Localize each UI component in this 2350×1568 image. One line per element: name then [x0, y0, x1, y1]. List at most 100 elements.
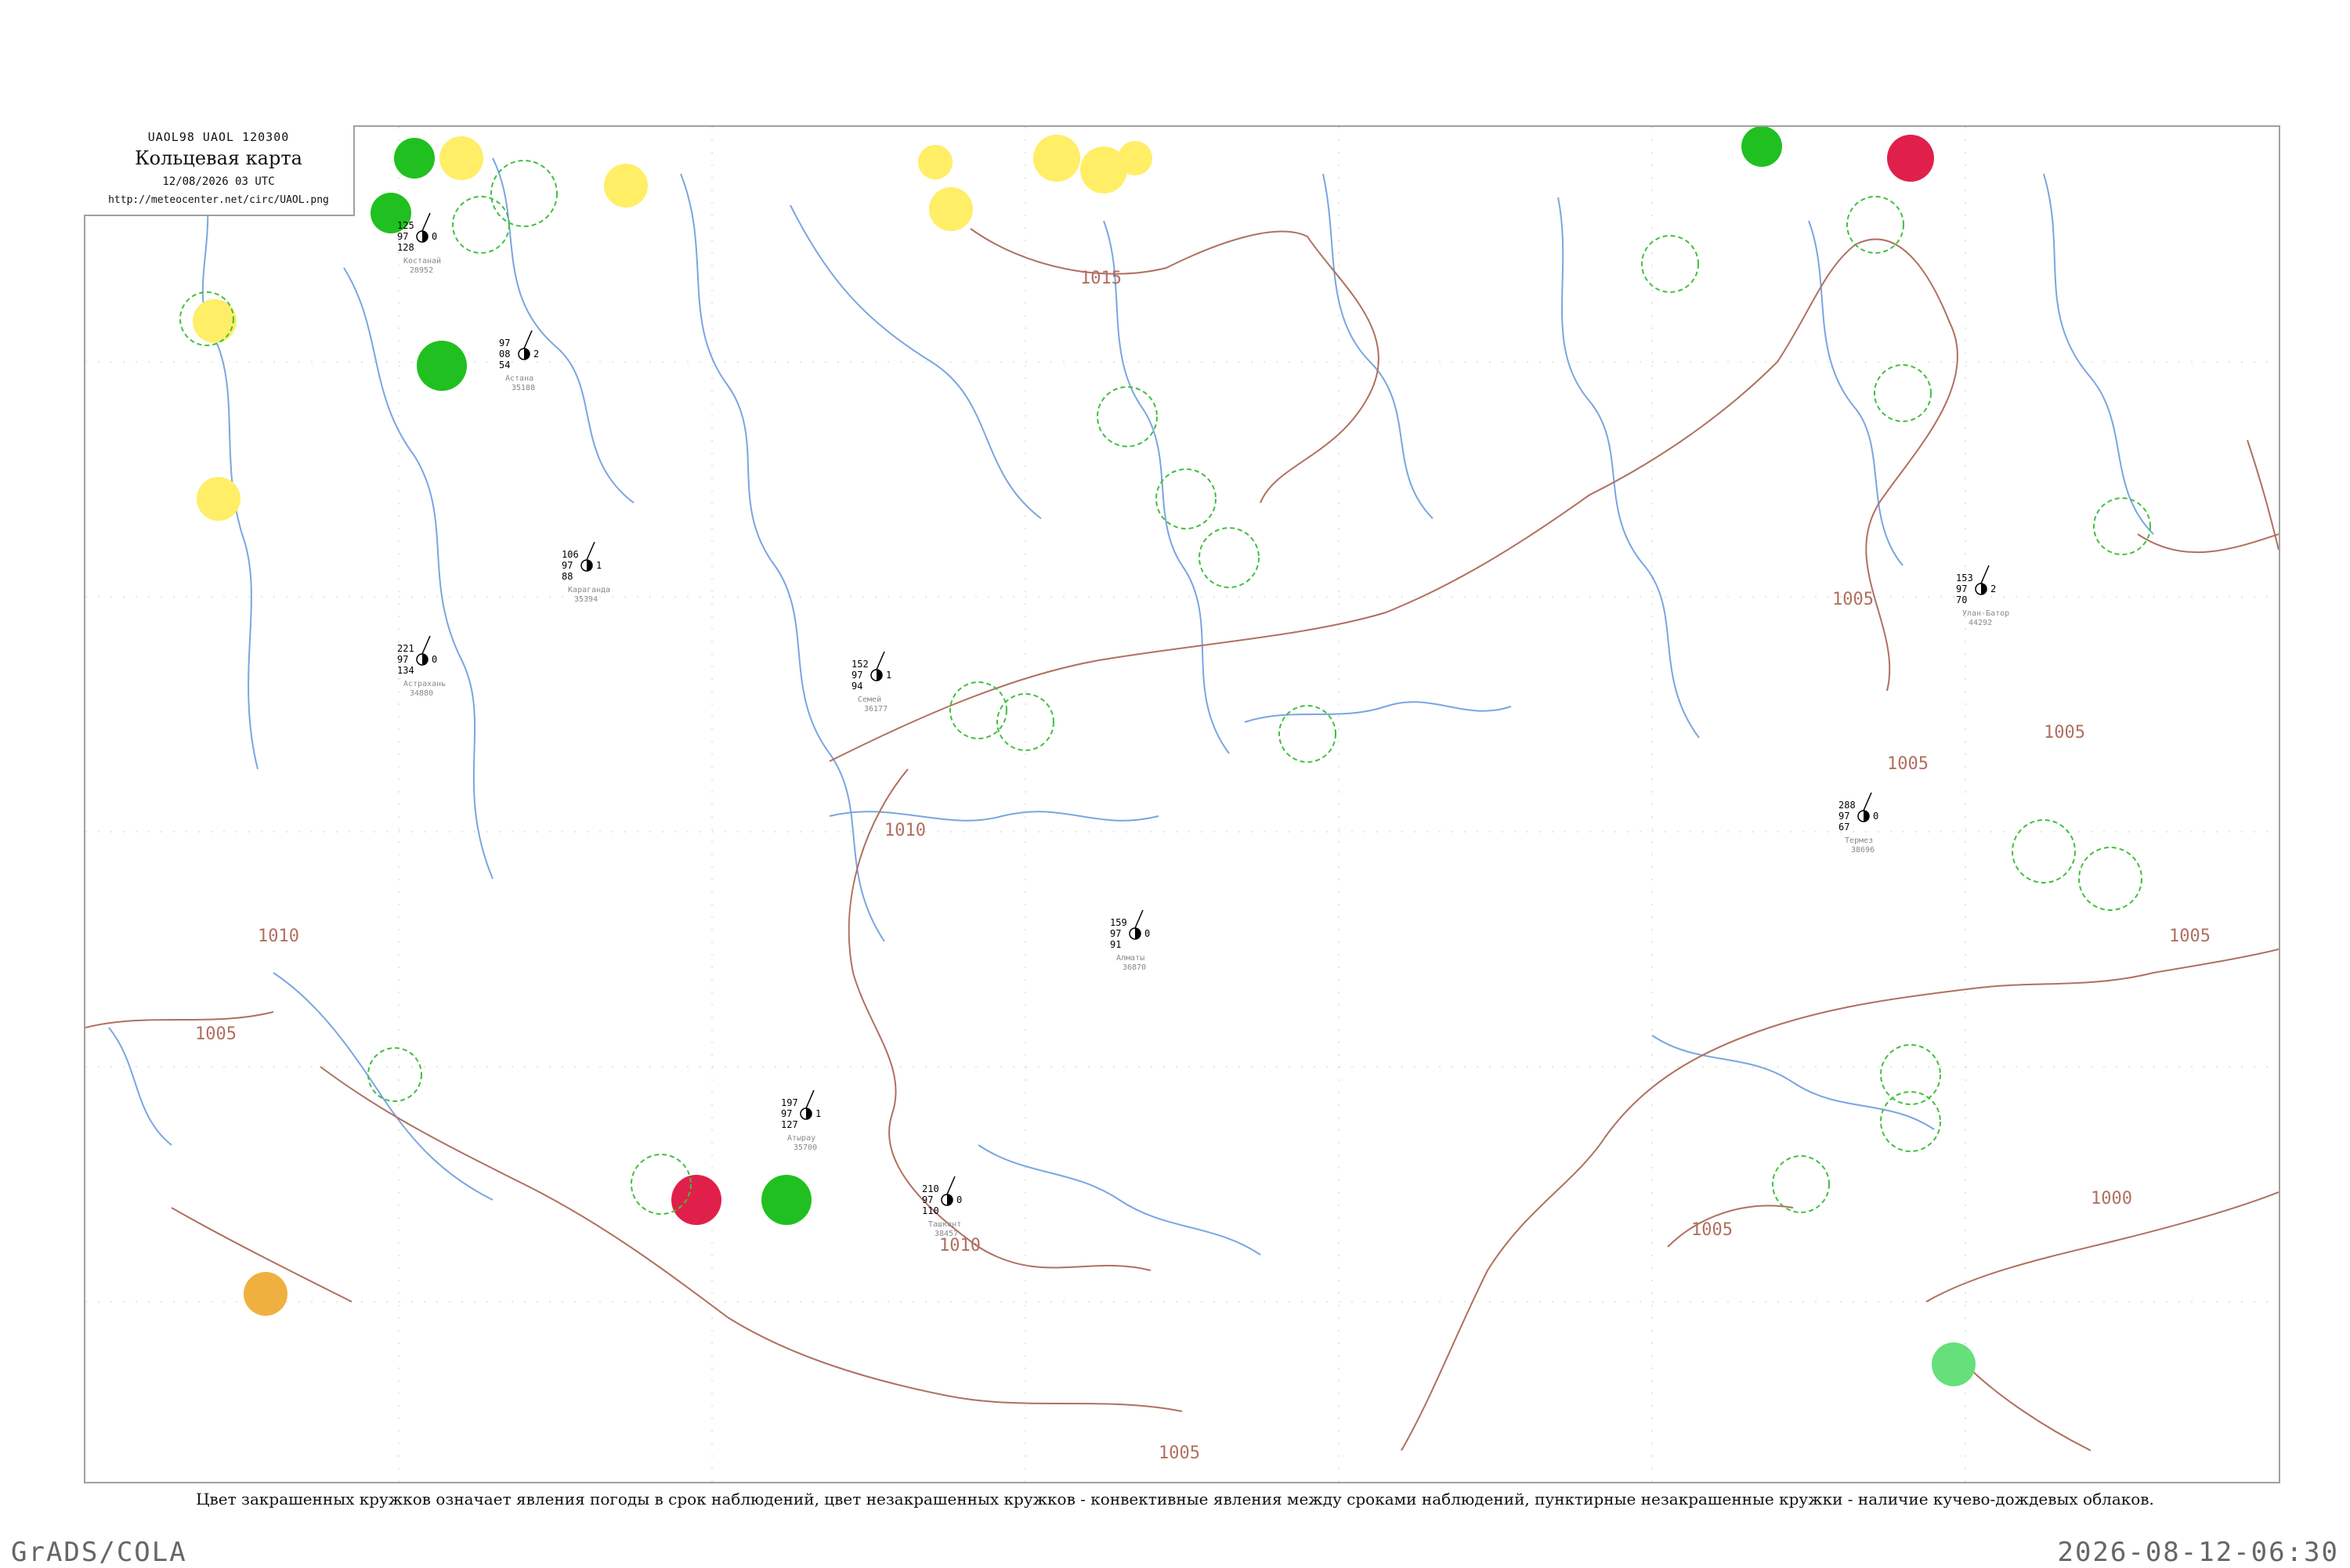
station-pressure: 97	[1956, 583, 1967, 594]
bulletin-code: UAOL98 UAOL 120300	[147, 130, 290, 144]
station-pressure: 97	[781, 1108, 792, 1119]
station-index: 35188	[512, 384, 535, 392]
station-map[interactable]: 1015 1010 1010 1005 1010 1005 1005 1005 …	[84, 125, 2280, 1483]
software-label: GrADS/COLA	[11, 1537, 187, 1568]
svg-text:1010: 1010	[939, 1236, 981, 1255]
fog-circle	[929, 187, 973, 231]
dust-circle	[244, 1272, 287, 1316]
station-28952[interactable]: 12597128 0 Костанай28952	[397, 212, 441, 275]
map-title: Кольцевая карта	[135, 147, 302, 169]
station-temp: 159	[1110, 917, 1127, 928]
station-name: Костанай	[403, 256, 441, 266]
map-title-box: UAOL98 UAOL 120300 Кольцевая карта 12/08…	[84, 125, 355, 216]
station-dewpoint: 54	[499, 359, 510, 370]
station-temp: 97	[499, 338, 510, 349]
isobar-labels: 1015 1010 1010 1005 1010 1005 1005 1005 …	[195, 269, 2211, 1463]
station-temp: 221	[397, 643, 414, 654]
station-plots: 125971280Костанай289529708542Астана35188…	[397, 212, 2009, 1238]
rain-circle	[1741, 127, 1782, 167]
svg-text:1005: 1005	[1887, 754, 1929, 774]
shower-circle	[1932, 1342, 1976, 1386]
fog-circle	[1118, 141, 1152, 175]
station-index: 28952	[410, 266, 433, 275]
wind-barb	[805, 1089, 815, 1109]
station-index: 36870	[1123, 963, 1146, 972]
station-dewpoint: 88	[562, 571, 573, 582]
station-pressure: 97	[922, 1194, 933, 1205]
station-index: 35700	[794, 1143, 817, 1152]
station-34880[interactable]: 22197134 0 Астрахань34880	[397, 635, 446, 698]
fog-circle	[604, 164, 648, 208]
svg-text:1005: 1005	[2169, 927, 2211, 946]
station-44292[interactable]: 1539770 2 Улан-Батор44292	[1956, 565, 2009, 627]
map-canvas: 1015 1010 1010 1005 1010 1005 1005 1005 …	[85, 127, 2279, 1482]
rain-circle	[394, 138, 435, 179]
cb-ring	[2078, 847, 2142, 911]
station-index: 44292	[1969, 619, 1992, 627]
station-pressure: 97	[1110, 928, 1121, 939]
svg-text:1000: 1000	[2091, 1189, 2132, 1209]
station-dewpoint: 70	[1956, 594, 1967, 605]
station-dewpoint: 127	[781, 1119, 798, 1130]
station-name: Термез	[1845, 836, 1873, 845]
station-36177[interactable]: 1529794 1 Семей36177	[851, 651, 891, 714]
wind-barb	[586, 541, 595, 561]
cb-ring	[490, 160, 558, 227]
station-35188[interactable]: 970854 2 Астана35188	[499, 330, 539, 392]
station-temp: 153	[1956, 573, 1973, 583]
station-dewpoint: 134	[397, 665, 414, 676]
isobars	[85, 228, 2279, 1451]
svg-text:1005: 1005	[1691, 1220, 1733, 1240]
station-wind: 1	[815, 1108, 821, 1119]
rain-circle	[761, 1175, 812, 1225]
thunder-circle	[671, 1175, 721, 1225]
fog-circle	[439, 136, 483, 180]
svg-text:1005: 1005	[2044, 723, 2085, 742]
cb-ring	[1874, 364, 1932, 422]
station-temp: 197	[781, 1097, 798, 1108]
cb-ring	[1880, 1091, 1941, 1152]
station-dewpoint: 128	[397, 242, 414, 253]
station-name: Улан-Батор	[1962, 609, 2009, 618]
station-name: Астрахань	[403, 680, 446, 688]
wind-barb	[1134, 909, 1144, 929]
station-name: Семей	[858, 695, 881, 704]
station-dewpoint: 94	[851, 681, 862, 692]
wind-barb	[523, 330, 533, 349]
station-wind: 1	[596, 560, 602, 571]
wind-barb	[421, 635, 431, 655]
station-35700[interactable]: 19797127 1 Атырау35700	[781, 1089, 821, 1152]
render-timestamp: 2026-08-12-06:30	[2057, 1537, 2339, 1568]
svg-text:1010: 1010	[258, 927, 299, 946]
station-38457[interactable]: 21097110 0 Ташкент38457	[922, 1176, 962, 1238]
wind-barb	[1980, 565, 1990, 584]
station-36870[interactable]: 1599791 0 Алматы36870	[1110, 909, 1150, 972]
fog-circle	[197, 477, 240, 521]
station-wind: 2	[533, 349, 539, 359]
station-name: Алматы	[1116, 954, 1144, 963]
station-wind: 2	[1990, 583, 1996, 594]
map-datetime: 12/08/2026 03 UTC	[162, 175, 275, 188]
station-38696[interactable]: 2889767 0 Термез38696	[1838, 792, 1878, 854]
station-wind: 0	[432, 654, 437, 665]
station-index: 36177	[864, 705, 888, 714]
svg-text:1005: 1005	[195, 1024, 237, 1044]
station-pressure: 97	[397, 231, 408, 242]
station-pressure: 97	[562, 560, 573, 571]
cb-ring	[452, 196, 510, 254]
station-name: Караганда	[568, 586, 610, 594]
station-35394[interactable]: 1069788 1 Караганда35394	[562, 541, 610, 604]
station-dewpoint: 67	[1838, 822, 1849, 833]
wind-barb	[946, 1176, 956, 1195]
cb-ring	[1198, 527, 1260, 588]
station-wind: 0	[1873, 811, 1878, 822]
station-name: Атырау	[787, 1134, 815, 1143]
thunder-circle	[1887, 135, 1934, 182]
station-temp: 288	[1838, 800, 1856, 811]
station-index: 35394	[574, 595, 598, 604]
station-wind: 0	[1144, 928, 1150, 939]
station-index: 38457	[935, 1230, 958, 1238]
station-name: Астана	[505, 374, 533, 383]
svg-text:1005: 1005	[1832, 590, 1874, 609]
source-url[interactable]: http://meteocenter.net/circ/UAOL.png	[84, 194, 353, 206]
